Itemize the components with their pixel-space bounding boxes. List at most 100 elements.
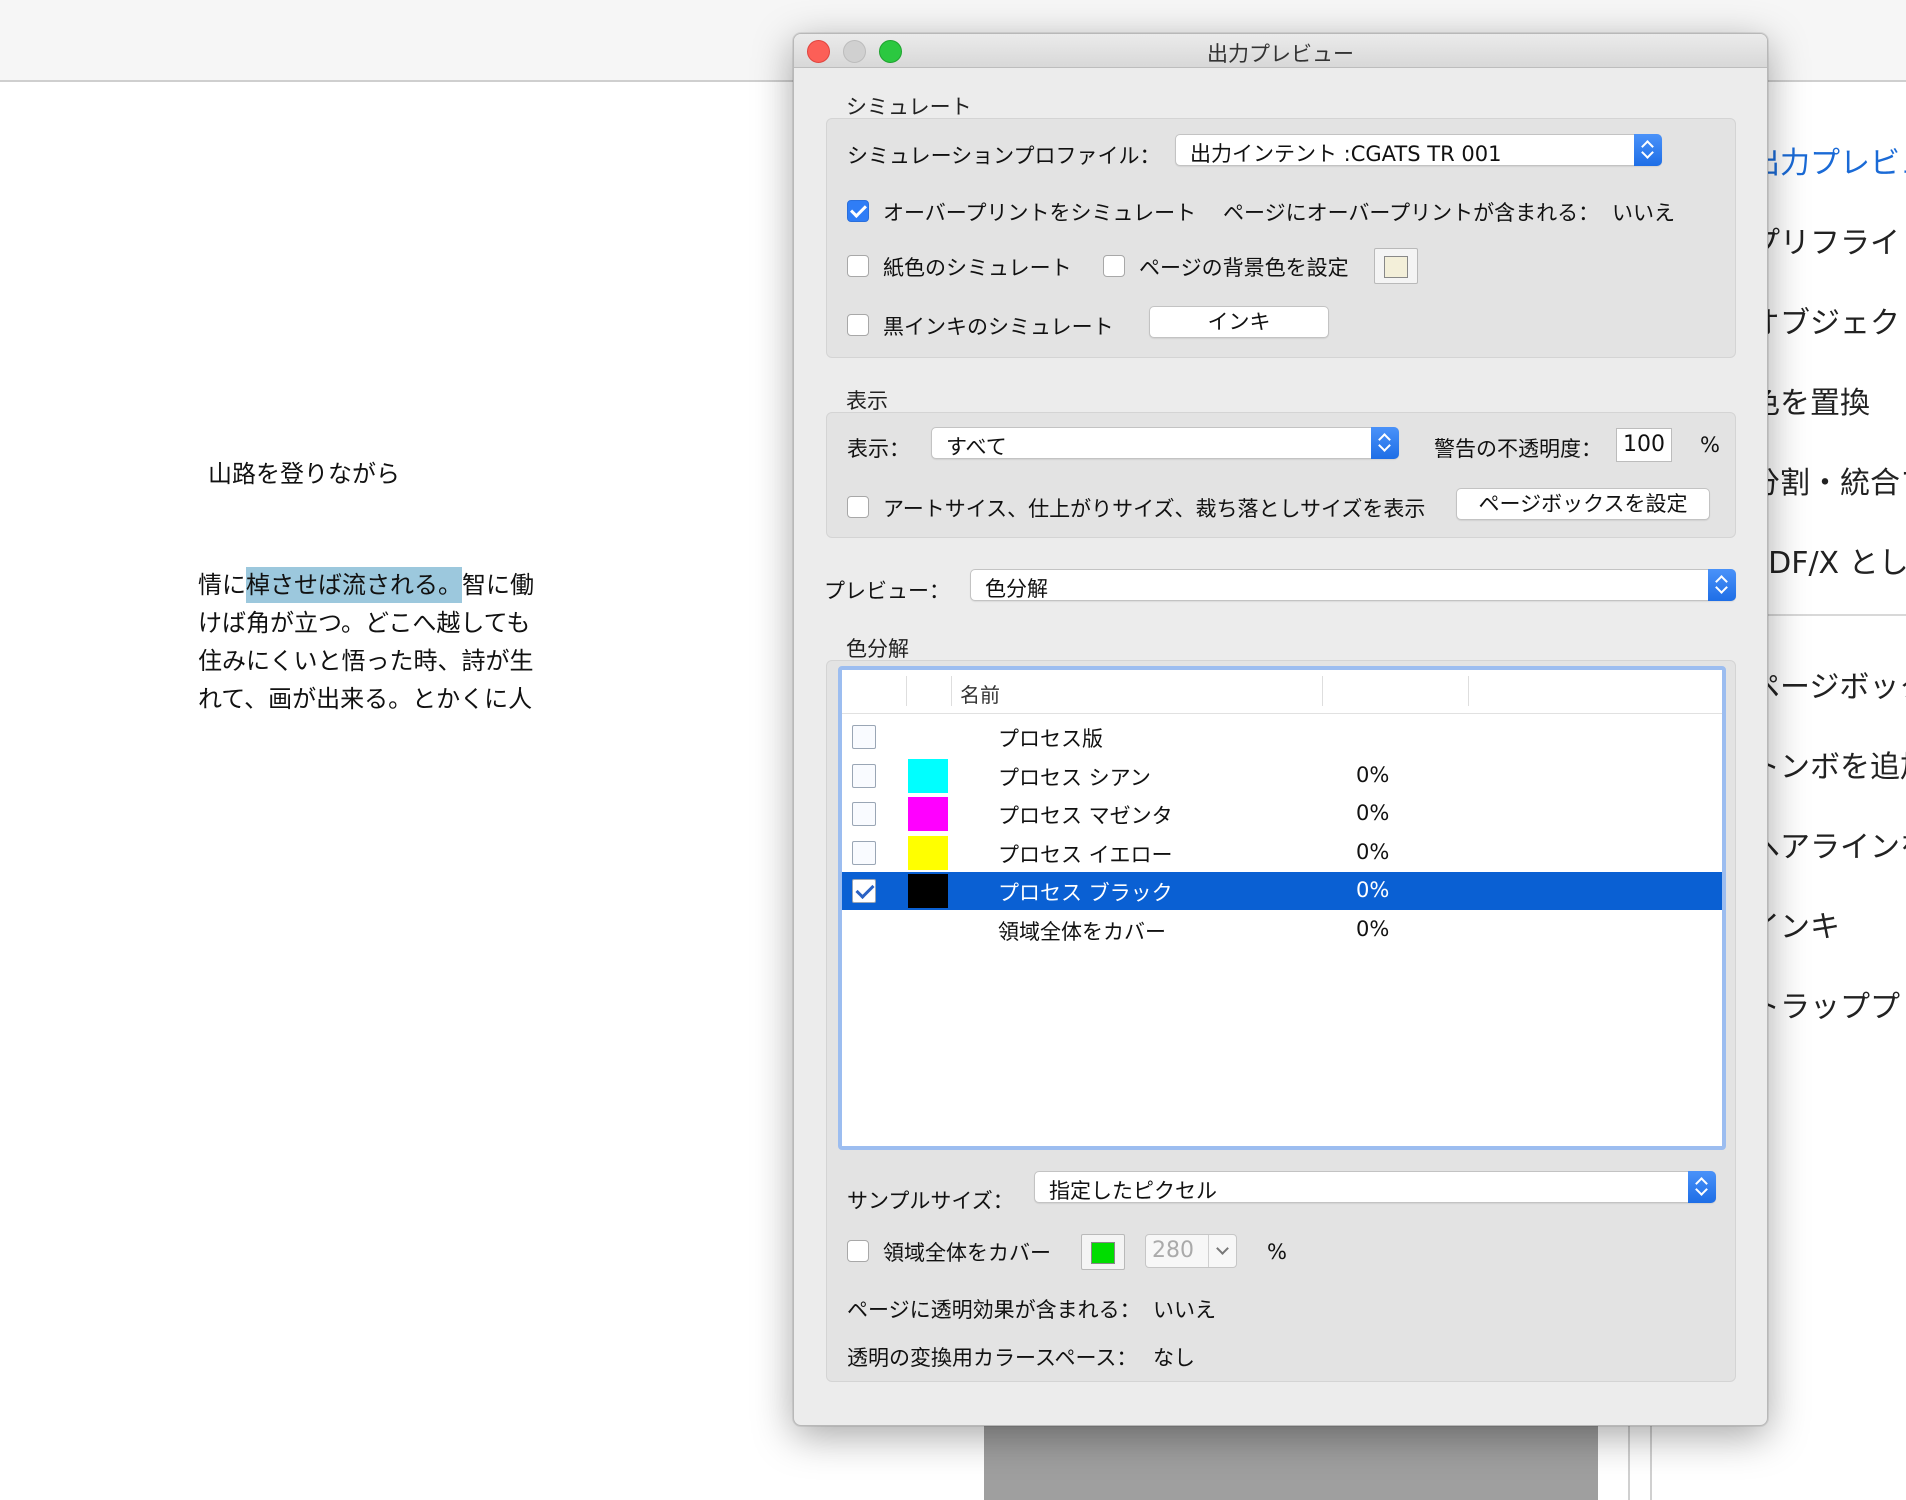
paragraph-text: 住みにくいと悟った時、詩が生 <box>198 647 534 675</box>
popup-arrows-icon <box>1371 427 1399 459</box>
paper-color-label: 紙色のシミュレート <box>883 256 1072 280</box>
name-column-header[interactable]: 名前 <box>960 679 1000 708</box>
paragraph-line: れて、画が出来る。とかくに人 <box>198 680 534 718</box>
row-checkbox[interactable] <box>852 879 876 903</box>
paragraph-line: 情に棹させば流される。智に働 <box>198 566 534 604</box>
tool-item[interactable]: オブジェクト <box>1750 298 1906 342</box>
popup-arrows-icon <box>1688 1171 1716 1203</box>
show-boxes-checkbox[interactable] <box>847 496 869 518</box>
page-bg-swatch <box>1384 256 1408 278</box>
blend-space-label: 透明の変換用カラースペース： <box>847 1346 1138 1370</box>
separations-section-label: 色分解 <box>846 637 909 661</box>
show-value: すべて <box>946 435 1007 459</box>
page-box-button[interactable]: ページボックスを設定 <box>1456 488 1710 520</box>
selected-text: 棹させば流される。 <box>246 567 462 603</box>
show-boxes-label: アートサイス、仕上がりサイズ、裁ち落としサイズを表示 <box>883 497 1426 521</box>
table-row[interactable]: 領域全体をカバー 0% <box>842 911 1722 949</box>
preview-popup[interactable]: 色分解 <box>970 569 1736 601</box>
show-popup[interactable]: すべて <box>931 427 1399 459</box>
coverage-value: 280 <box>1152 1238 1194 1263</box>
column-separator <box>906 676 907 706</box>
paragraph-line: 住みにくいと悟った時、詩が生 <box>198 642 534 680</box>
ink-percent: 0% <box>1356 916 1390 941</box>
tool-item[interactable]: ヘアラインを <box>1750 822 1906 866</box>
output-preview-dialog: 出力プレビュー シミュレート シミュレーションプロファイル： 出力インテント :… <box>793 33 1768 1426</box>
ink-name: プロセス版 <box>998 727 1103 751</box>
sample-size-popup[interactable]: 指定したピクセル <box>1034 1171 1716 1203</box>
tool-item[interactable]: 色を置換 <box>1750 378 1870 422</box>
paragraph-text: 智に働 <box>462 571 534 599</box>
row-checkbox[interactable] <box>852 802 876 826</box>
separations-table[interactable]: 名前 プロセス版 プロセス シアン 0% プロセス マゼンタ 0% プロセス イエロー 0%… <box>838 666 1726 1150</box>
preview-label: プレビュー： <box>824 579 950 603</box>
page-overprint-label: ページにオーバープリントが含まれる： <box>1223 201 1600 225</box>
ink-percent: 0% <box>1356 839 1390 864</box>
tool-item[interactable]: プリフライト <box>1750 218 1906 262</box>
paragraph-text: けば角が立つ。どこへ越しても <box>198 609 531 637</box>
black-ink-checkbox[interactable] <box>847 314 869 336</box>
sample-size-value: 指定したピクセル <box>1049 1179 1217 1203</box>
paragraph-line: けば角が立つ。どこへ越しても <box>198 604 534 642</box>
coverage-checkbox[interactable] <box>847 1240 869 1262</box>
page-bg-checkbox[interactable] <box>1103 255 1125 277</box>
tool-item[interactable]: トンボを追加 <box>1750 742 1906 786</box>
paragraph-text: れて、画が出来る。とかくに人 <box>198 685 533 713</box>
tool-item[interactable]: トラッププリ <box>1750 982 1906 1026</box>
table-row[interactable]: プロセス ブラック 0% <box>842 872 1722 910</box>
tool-item[interactable]: PDF/X として <box>1750 538 1906 582</box>
table-row[interactable]: プロセス イエロー 0% <box>842 834 1722 872</box>
transparency-value: いいえ <box>1153 1298 1216 1322</box>
simulation-profile-popup[interactable]: 出力インテント :CGATS TR 001 <box>1175 134 1662 166</box>
ink-name: プロセス マゼンタ <box>998 804 1173 828</box>
popup-arrows-icon <box>1708 569 1736 601</box>
dialog-title: 出力プレビュー <box>1207 42 1354 66</box>
table-row[interactable]: プロセス シアン 0% <box>842 757 1722 795</box>
row-checkbox[interactable] <box>852 763 876 788</box>
ink-percent: 0% <box>1356 801 1390 825</box>
sample-size-label: サンプルサイズ： <box>847 1189 1014 1213</box>
coverage-value-combo[interactable]: 280 <box>1145 1234 1237 1268</box>
row-checkbox[interactable] <box>852 725 876 749</box>
column-separator <box>1322 676 1323 706</box>
ink-color-swatch <box>908 758 948 793</box>
tool-item[interactable]: 出力プレビュー <box>1750 138 1906 182</box>
simulation-profile-label: シミュレーションプロファイル： <box>847 144 1161 168</box>
blend-space-value: なし <box>1153 1346 1195 1370</box>
ink-name: 領域全体をカバー <box>998 919 1166 944</box>
ink-percent: 0% <box>1356 762 1390 787</box>
ink-percent: 0% <box>1356 878 1390 902</box>
ink-name: プロセス シアン <box>998 765 1151 790</box>
document-heading: 山路を登りながら <box>208 460 400 488</box>
table-row[interactable]: プロセス版 <box>842 718 1722 756</box>
overprint-label: オーバープリントをシミュレート <box>883 201 1197 225</box>
simulate-section-label: シミュレート <box>846 95 972 119</box>
show-label: 表示： <box>847 437 910 461</box>
tools-divider <box>1760 614 1906 616</box>
ink-color-swatch <box>908 797 948 831</box>
row-checkbox[interactable] <box>852 840 876 865</box>
simulation-profile-value: 出力インテント :CGATS TR 001 <box>1190 142 1502 166</box>
warning-opacity-percent: % <box>1700 433 1720 457</box>
chevron-down-icon[interactable] <box>1208 1235 1236 1267</box>
overprint-checkbox[interactable] <box>847 200 869 222</box>
ink-button[interactable]: インキ <box>1149 306 1329 338</box>
page-bg-label: ページの背景色を設定 <box>1139 256 1349 280</box>
tool-item[interactable]: 分割・統合プ <box>1750 458 1906 502</box>
warning-opacity-label: 警告の不透明度： <box>1434 437 1602 461</box>
warning-opacity-field[interactable]: 100 <box>1616 428 1672 462</box>
column-separator <box>951 676 952 706</box>
paragraph-text: 情に <box>198 571 246 599</box>
table-header: 名前 <box>842 670 1722 714</box>
table-row[interactable]: プロセス マゼンタ 0% <box>842 795 1722 833</box>
coverage-color-well[interactable] <box>1081 1234 1125 1270</box>
coverage-swatch <box>1091 1242 1115 1264</box>
black-ink-label: 黒インキのシミュレート <box>883 315 1114 339</box>
titlebar: 出力プレビュー <box>794 34 1767 68</box>
paper-color-checkbox[interactable] <box>847 255 869 277</box>
transparency-label: ページに透明効果が含まれる： <box>847 1298 1141 1322</box>
page-bg-color-well[interactable] <box>1374 248 1418 284</box>
tool-item[interactable]: ページボック <box>1750 662 1906 706</box>
document-paragraph[interactable]: 情に棹させば流される。智に働けば角が立つ。どこへ越しても 住みにくいと悟った時、詩… <box>198 566 534 718</box>
ink-name: プロセス ブラック <box>998 881 1173 905</box>
column-separator <box>1468 676 1469 706</box>
